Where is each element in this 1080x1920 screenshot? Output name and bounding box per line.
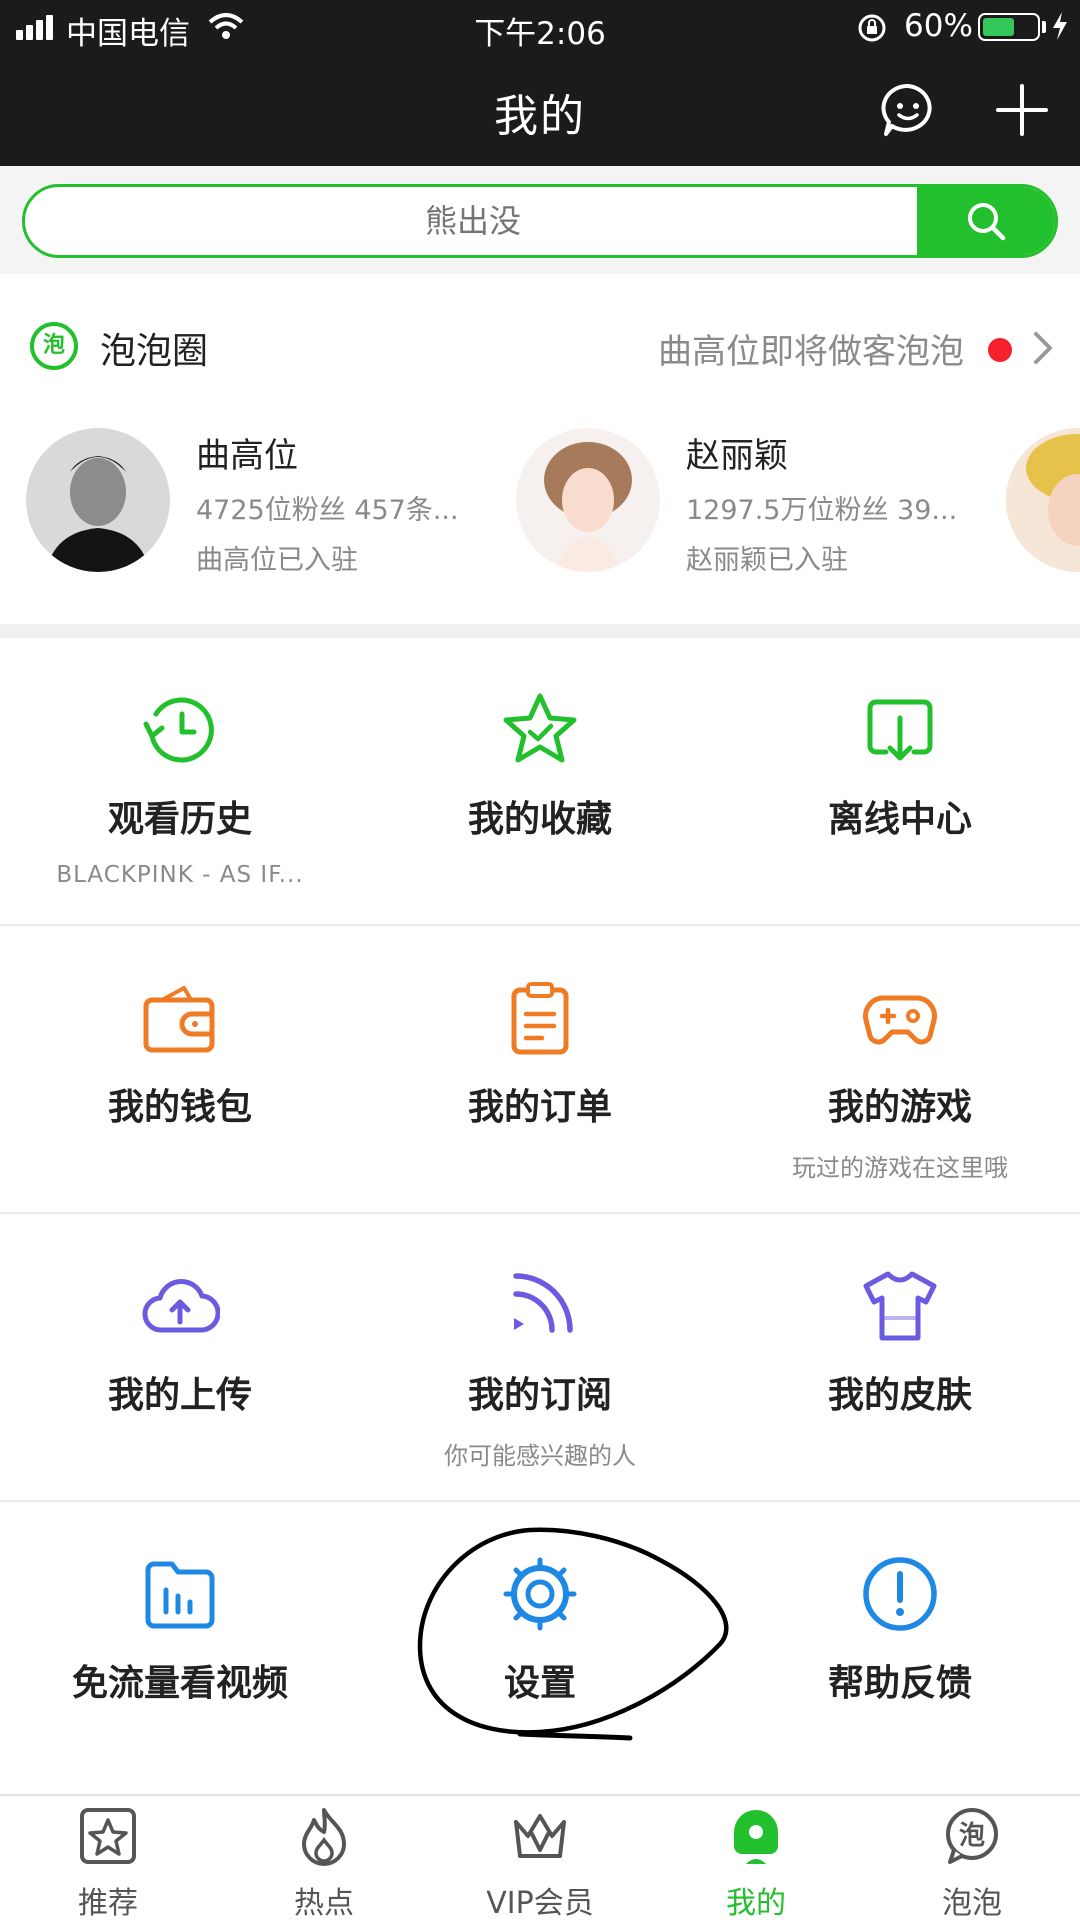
offline-center-button[interactable]: 离线中心 bbox=[720, 638, 1080, 924]
top-bar: 中国电信 下午2:06 60% 我的 bbox=[0, 0, 1080, 166]
battery-percent: 60% bbox=[904, 8, 973, 44]
subscriptions-button[interactable]: 我的订阅 你可能感兴趣的人 bbox=[360, 1214, 720, 1500]
rss-feed-icon bbox=[513, 1273, 573, 1333]
search-bar-container bbox=[0, 166, 1080, 274]
message-bubble-icon[interactable] bbox=[878, 80, 938, 140]
paopao-header[interactable]: 泡 泡泡圈 曲高位即将做客泡泡 bbox=[30, 318, 1060, 378]
tab-label: 我的 bbox=[726, 1886, 786, 1920]
tab-label: 推荐 bbox=[78, 1886, 138, 1920]
menu-row: 我的上传 我的订阅 你可能感兴趣的人 我的皮肤 bbox=[0, 1214, 1080, 1502]
paopao-notice[interactable]: 曲高位即将做客泡泡 bbox=[658, 324, 964, 373]
favorites-button[interactable]: 我的收藏 bbox=[360, 638, 720, 924]
avatar bbox=[1006, 428, 1080, 572]
help-feedback-button[interactable]: 帮助反馈 bbox=[720, 1502, 1080, 1788]
menu-row: 免流量看视频 设置 帮助反馈 bbox=[0, 1502, 1080, 1790]
tab-label: 热点 bbox=[294, 1886, 354, 1920]
menu-row: 我的钱包 我的订单 我的游戏 玩过的游戏在这里哦 bbox=[0, 926, 1080, 1214]
star-check-icon bbox=[503, 693, 577, 763]
menu-sublabel: 玩过的游戏在这里哦 bbox=[792, 1154, 1008, 1182]
tab-paopao[interactable]: 泡 泡泡 bbox=[864, 1796, 1080, 1920]
celebrity-meta: 4725位粉丝 457条... bbox=[196, 495, 459, 526]
celebrity-joined: 赵丽颖已入驻 bbox=[686, 545, 848, 576]
tab-mine[interactable]: 我的 bbox=[648, 1796, 864, 1920]
tab-label: VIP会员 bbox=[486, 1886, 594, 1920]
data-folder-icon bbox=[145, 1561, 215, 1629]
section-divider bbox=[0, 624, 1080, 638]
menu-label: 帮助反馈 bbox=[827, 1663, 972, 1704]
menu-label: 我的钱包 bbox=[107, 1087, 252, 1128]
wallet-button[interactable]: 我的钱包 bbox=[0, 926, 360, 1212]
vip-crown-icon bbox=[514, 1814, 566, 1858]
tshirt-icon bbox=[863, 1271, 937, 1341]
menu-label: 我的订单 bbox=[467, 1087, 612, 1128]
menu-label: 设置 bbox=[503, 1663, 576, 1704]
search-icon bbox=[968, 203, 1006, 241]
menu-label: 我的游戏 bbox=[827, 1087, 972, 1128]
avatar bbox=[26, 428, 170, 572]
celebrity-card[interactable]: 赵丽颖 1297.5万位粉丝 39... 赵丽颖已入驻 bbox=[516, 428, 976, 578]
tab-recommend[interactable]: 推荐 bbox=[0, 1796, 216, 1920]
cloud-upload-icon bbox=[142, 1278, 220, 1333]
watch-history-button[interactable]: 观看历史 BLACKPINK - AS IF... bbox=[0, 638, 360, 924]
wallet-icon bbox=[143, 986, 215, 1053]
menu-label: 我的皮肤 bbox=[827, 1375, 972, 1416]
settings-gear-icon bbox=[503, 1557, 577, 1631]
menu-label: 我的订阅 bbox=[467, 1375, 612, 1416]
paopao-bubble-icon: 泡 bbox=[946, 1808, 998, 1864]
menu-row: 观看历史 BLACKPINK - AS IF... 我的收藏 离线中心 bbox=[0, 638, 1080, 926]
search-bar bbox=[22, 184, 1058, 258]
clipboard-icon bbox=[511, 982, 569, 1055]
gamepad-icon bbox=[863, 995, 937, 1045]
avatar bbox=[516, 428, 660, 572]
download-box-icon bbox=[867, 699, 933, 761]
celebrity-card[interactable]: 曲高位 4725位粉丝 457条... 曲高位已入驻 bbox=[26, 428, 486, 578]
tab-vip[interactable]: VIP会员 bbox=[432, 1796, 648, 1920]
search-button[interactable] bbox=[917, 187, 1055, 255]
plus-icon[interactable] bbox=[992, 80, 1052, 140]
rotation-lock-icon bbox=[858, 14, 886, 42]
menu-grid: 观看历史 BLACKPINK - AS IF... 我的收藏 离线中心 我的钱包… bbox=[0, 638, 1080, 1790]
celebrity-name: 赵丽颖 bbox=[686, 436, 788, 476]
menu-label: 我的收藏 bbox=[467, 799, 612, 840]
paopao-bubble-text: 泡 bbox=[959, 1821, 985, 1851]
free-data-video-button[interactable]: 免流量看视频 bbox=[0, 1502, 360, 1788]
games-button[interactable]: 我的游戏 玩过的游戏在这里哦 bbox=[720, 926, 1080, 1212]
status-bar: 中国电信 下午2:06 60% bbox=[0, 0, 1080, 54]
settings-button[interactable]: 设置 bbox=[360, 1502, 720, 1788]
bottom-tab-bar: 推荐 热点 VIP会员 我的 泡 泡泡 bbox=[0, 1794, 1080, 1920]
celebrity-name: 曲高位 bbox=[196, 436, 298, 476]
paopao-title: 泡泡圈 bbox=[100, 331, 209, 372]
recommend-star-icon bbox=[80, 1808, 136, 1864]
battery-icon bbox=[978, 13, 1040, 41]
menu-label: 免流量看视频 bbox=[71, 1663, 288, 1704]
profile-icon bbox=[734, 1810, 778, 1864]
skins-button[interactable]: 我的皮肤 bbox=[720, 1214, 1080, 1500]
tab-label: 泡泡 bbox=[942, 1886, 1002, 1920]
charging-icon bbox=[1053, 12, 1067, 40]
menu-sublabel: BLACKPINK - AS IF... bbox=[56, 862, 304, 888]
menu-label: 观看历史 bbox=[107, 799, 252, 840]
battery-tip bbox=[1042, 21, 1046, 33]
menu-sublabel: 你可能感兴趣的人 bbox=[444, 1442, 636, 1470]
flame-icon bbox=[302, 1808, 346, 1866]
uploads-button[interactable]: 我的上传 bbox=[0, 1214, 360, 1500]
orders-button[interactable]: 我的订单 bbox=[360, 926, 720, 1212]
celebrity-meta: 1297.5万位粉丝 39... bbox=[686, 495, 958, 526]
chevron-right-icon[interactable] bbox=[1032, 330, 1056, 366]
menu-label: 离线中心 bbox=[827, 799, 972, 840]
search-input[interactable] bbox=[25, 187, 921, 255]
help-exclamation-icon bbox=[863, 1557, 937, 1631]
tab-hot[interactable]: 热点 bbox=[216, 1796, 432, 1920]
paopao-logo-icon: 泡 bbox=[30, 322, 78, 370]
paopao-section: 泡 泡泡圈 曲高位即将做客泡泡 曲高位 4725位粉丝 457条... 曲高位已… bbox=[0, 274, 1080, 624]
notification-dot bbox=[988, 338, 1012, 362]
history-clock-icon bbox=[143, 697, 214, 763]
celebrity-card[interactable] bbox=[1006, 428, 1080, 578]
celebrity-joined: 曲高位已入驻 bbox=[196, 545, 358, 576]
menu-label: 我的上传 bbox=[107, 1375, 252, 1416]
